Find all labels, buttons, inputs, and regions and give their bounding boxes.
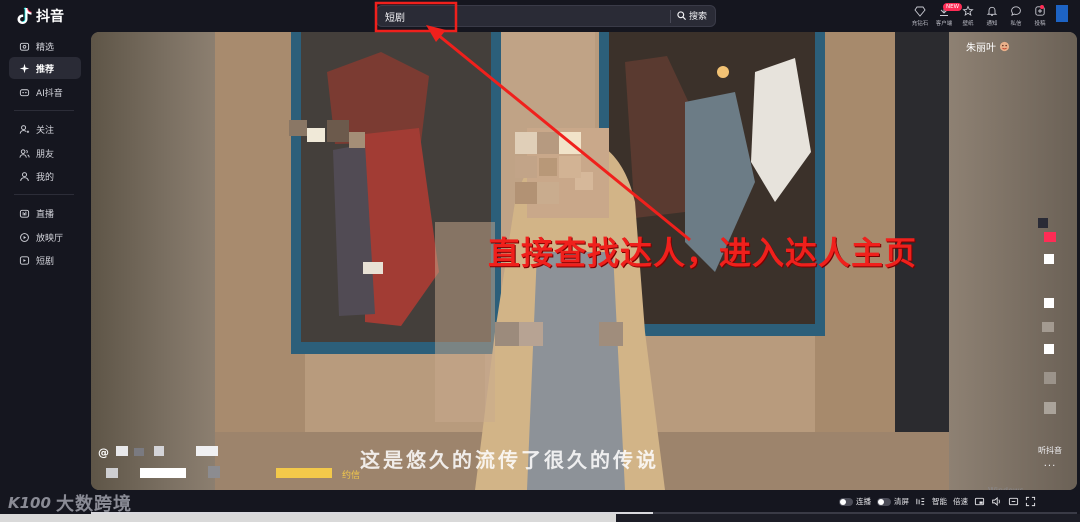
volume-icon[interactable]: [991, 496, 1002, 507]
search-button-label: 搜索: [689, 12, 708, 22]
sidebar-item-label: 推荐: [36, 64, 55, 75]
top-action-label: 客户端: [935, 21, 953, 27]
emoji-icon: [999, 41, 1010, 52]
sidebar-item-label: 关注: [36, 125, 55, 136]
douyin-logo[interactable]: 抖音: [16, 6, 64, 26]
ai-icon: [19, 88, 30, 96]
sidebar-item-label: 放映厅: [36, 233, 64, 244]
sidebar-item-drama[interactable]: 短剧: [9, 249, 81, 271]
svg-text:K100: K100: [8, 494, 51, 512]
sidebar-item-follow[interactable]: 关注: [9, 118, 81, 140]
sidebar-item-live[interactable]: 直播: [9, 202, 81, 224]
sidebar-item-label: 短剧: [36, 256, 55, 267]
top-action-label: 通知: [986, 21, 998, 27]
live-icon: [19, 209, 30, 218]
top-action-label: 充钻石: [911, 21, 929, 27]
clear-screen-toggle[interactable]: 清屏: [877, 496, 909, 507]
bottom-strip-dark: [616, 514, 1080, 522]
watermark-text: 大数跨境: [56, 494, 132, 515]
clear-screen-switch[interactable]: [877, 497, 891, 506]
sidebar-item-label: 朋友: [36, 149, 55, 160]
quality-button[interactable]: 智能: [932, 496, 947, 507]
profile-icon: [20, 171, 29, 181]
web-fullscreen-icon[interactable]: [1008, 496, 1019, 507]
drama-icon: [19, 255, 30, 265]
sidebar-item-ai[interactable]: AI抖音: [9, 81, 81, 103]
right-action-stack: 听抖音 ···: [1030, 445, 1070, 472]
logo-text: 抖音: [36, 9, 64, 25]
message-icon: [1011, 6, 1021, 17]
search-box[interactable]: 搜索: [376, 5, 716, 27]
sidebar-item-label: 直播: [36, 209, 55, 220]
diamond-icon: [914, 6, 926, 17]
sidebar-item-cinema[interactable]: 放映厅: [9, 226, 81, 248]
top-action-diamond[interactable]: 充钻石: [908, 3, 932, 29]
sidebar-item-featured[interactable]: 精选: [9, 35, 81, 57]
top-action-label: 私信: [1010, 21, 1022, 27]
sidebar-divider: [14, 194, 74, 195]
speed-button[interactable]: 倍速: [953, 496, 968, 507]
picture-in-picture-icon[interactable]: [974, 496, 985, 507]
player-controls-row: 连播 清屏 智能 倍速: [839, 496, 1036, 507]
more-options-button[interactable]: ···: [1044, 461, 1057, 472]
search-input[interactable]: [385, 9, 665, 24]
top-bar: 抖音 搜索 充钻石 客户端 壁纸: [0, 0, 1080, 32]
sidebar-item-recommend[interactable]: 推荐: [9, 57, 81, 79]
top-action-label: 投稿: [1034, 21, 1046, 27]
video-author-name[interactable]: 朱丽叶: [966, 39, 1010, 54]
top-actions: 充钻石 客户端 壁纸 通知 私信 投稿 NEW: [908, 3, 1052, 29]
video-subtitle: 这是悠久的流传了很久的传说: [360, 448, 659, 472]
autoplay-label: 连播: [856, 497, 871, 506]
user-avatar[interactable]: [1056, 5, 1068, 22]
autoplay-toggle[interactable]: 连播: [839, 496, 871, 507]
sidebar: 精选 推荐 AI抖音 关注 朋友 我的 直播 放映厅 短剧: [0, 32, 88, 522]
search-icon: [677, 11, 686, 20]
top-action-messages[interactable]: 私信: [1004, 3, 1028, 29]
friends-icon: [19, 148, 30, 158]
top-action-notifications[interactable]: 通知: [980, 3, 1004, 29]
douyin-logo-icon: [17, 7, 32, 24]
source-watermark: K100 大数跨境: [8, 490, 132, 516]
sidebar-item-label: 我的: [36, 172, 55, 183]
author-name-text: 朱丽叶: [966, 43, 996, 54]
clear-screen-label: 清屏: [894, 497, 909, 506]
blurred-backdrop-left: [91, 32, 215, 490]
sidebar-item-friends[interactable]: 朋友: [9, 142, 81, 164]
interaction-stack-redacted: [1038, 218, 1056, 414]
redacted-description: [106, 446, 332, 478]
search-button[interactable]: 搜索: [677, 9, 707, 22]
watermark-logo-icon: K100: [8, 494, 51, 512]
sidebar-item-label: 精选: [36, 42, 55, 53]
bell-icon: [986, 6, 998, 16]
new-badge: NEW: [943, 3, 963, 11]
top-action-label: 壁纸: [962, 21, 974, 27]
unread-dot: [1040, 5, 1044, 9]
fullscreen-icon[interactable]: [1025, 496, 1036, 507]
autoplay-switch[interactable]: [839, 497, 853, 506]
annotation-callout-text: 直接查找达人，进入达人主页: [488, 234, 918, 272]
danmaku-icon[interactable]: [915, 496, 926, 507]
wallpaper-icon: [962, 5, 974, 16]
search-divider: [670, 10, 671, 23]
player-controls: 连播 清屏 智能 倍速: [91, 490, 1077, 515]
douyin-app: 抖音 搜索 充钻石 客户端 壁纸: [0, 0, 1080, 522]
sidebar-divider: [14, 110, 74, 111]
featured-icon: [19, 42, 30, 51]
listen-douyin-button[interactable]: 听抖音: [1038, 445, 1062, 456]
follow-icon: [19, 124, 30, 134]
sidebar-item-label: AI抖音: [36, 88, 63, 99]
sparkle-icon: [19, 63, 30, 73]
cinema-icon: [20, 232, 29, 242]
sidebar-item-profile[interactable]: 我的: [9, 165, 81, 187]
